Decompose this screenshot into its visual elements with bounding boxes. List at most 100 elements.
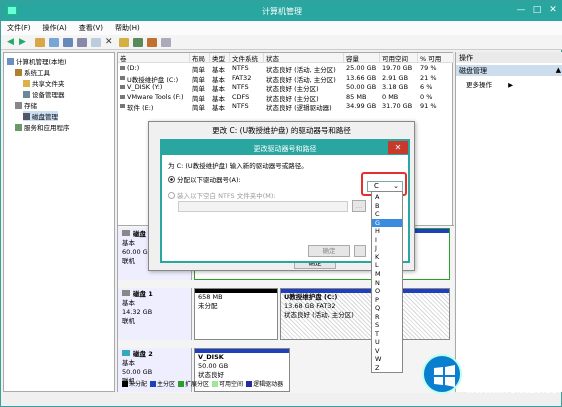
drive-letter-option[interactable]: B xyxy=(372,202,402,210)
computer-icon xyxy=(7,58,14,65)
view-icon[interactable] xyxy=(91,38,101,47)
more-actions-label: 更多操作 xyxy=(466,81,492,89)
drive-letter-option[interactable]: G xyxy=(372,218,402,227)
windows-logo-icon xyxy=(422,354,462,394)
drive-letter-option[interactable]: I xyxy=(372,236,402,244)
volume-row[interactable]: U教授维护盘 (C:) 简单 基本 FAT32 状态良好 (活动, 主分区) 13.66 … xyxy=(118,74,454,84)
drive-letter-option[interactable]: V xyxy=(372,347,402,355)
folder-up-icon[interactable] xyxy=(35,38,45,47)
partition-size: 50.00 GB xyxy=(198,362,229,370)
drive-letter-option[interactable]: M xyxy=(372,270,402,278)
device-icon xyxy=(23,91,30,98)
volume-row[interactable]: 软件 (E:) 简单 基本 NTFS 状态良好 (逻辑驱动器) 34.99 GB 31.70… xyxy=(118,102,454,112)
drive-letter-option[interactable]: P xyxy=(372,296,402,304)
volume-row[interactable]: VMware Tools (F:) 简单 基本 CDFS 状态良好 (主分区) 85 MB… xyxy=(118,93,454,103)
c-drive-partition[interactable]: U教授维护盘 (C:) 13.68 GB FAT32 状态良好 (活动, 主分区… xyxy=(280,288,450,340)
radio-selected-icon[interactable] xyxy=(168,176,175,183)
disk-name: 磁盘 2 xyxy=(133,350,153,358)
unallocated-partition[interactable]: 658 MB 未分配 xyxy=(194,288,278,340)
disk-action-icon[interactable] xyxy=(133,38,143,47)
assign-letter-option[interactable]: 分配以下驱动器号(A): xyxy=(168,174,241,184)
volume-cell: 2.91 GB xyxy=(382,73,409,82)
column-header[interactable]: 文件系统 xyxy=(230,53,264,63)
drive-letter-option[interactable]: T xyxy=(372,330,402,338)
disk-size: 50.00 GB xyxy=(122,368,153,376)
brand-name: 系统族 xyxy=(464,360,534,385)
radio-unselected-icon[interactable] xyxy=(168,192,175,199)
partition-status: 未分配 xyxy=(198,302,218,310)
help-icon[interactable] xyxy=(77,38,87,47)
disk-1-label[interactable]: 磁盘 1 基本 14.32 GB 联机 xyxy=(118,288,192,340)
volume-cell: 6 % xyxy=(420,83,433,91)
tree-item[interactable]: 共享文件夹 xyxy=(23,78,65,88)
operations-section[interactable]: 磁盘管理 ▲ xyxy=(456,65,562,76)
back-arrow-icon[interactable]: ◀ xyxy=(7,38,17,47)
tree-item[interactable]: 服务和应用程序 xyxy=(15,122,70,132)
dialog-title: 更改驱动器号和路径 xyxy=(253,145,317,153)
drive-letter-option[interactable]: O xyxy=(372,287,402,295)
drive-letter-option[interactable]: N xyxy=(372,279,402,287)
volume-cell: 状态良好 (逻辑驱动器) xyxy=(266,104,332,112)
dialog-description: 为 C: (U教授维护盘) 输入新的驱动器号或路径。 xyxy=(168,162,308,170)
menu-item[interactable]: 帮助(H) xyxy=(109,21,146,33)
drive-letter-option[interactable]: C xyxy=(372,210,402,218)
ok-button[interactable]: 确定 xyxy=(308,245,350,257)
column-header[interactable]: 类型 xyxy=(210,53,230,63)
menu-item[interactable]: 查看(V) xyxy=(73,21,109,33)
drive-letter-option[interactable]: A xyxy=(372,193,402,201)
tree-item[interactable]: 系统工具 xyxy=(15,67,50,77)
column-header[interactable]: 状态 xyxy=(264,53,344,63)
column-header[interactable]: 可用空间 xyxy=(380,53,418,63)
list-icon[interactable] xyxy=(161,38,171,47)
drive-letter-option[interactable]: R xyxy=(372,313,402,321)
drive-letter-option[interactable]: J xyxy=(372,244,402,252)
volume-cell: 简单 xyxy=(192,94,205,103)
volume-cell: 13.66 GB xyxy=(346,73,377,82)
volume-row[interactable]: V_DISK (Y:) 简单 基本 NTFS 状态良好 (主分区) 50.00 GB 3.1… xyxy=(118,83,454,93)
volume-icon xyxy=(120,66,125,70)
forward-arrow-icon[interactable]: ▶ xyxy=(19,38,29,47)
volume-cell: CDFS xyxy=(232,92,250,101)
drive-letter-option[interactable]: H xyxy=(372,227,402,235)
maximize-button[interactable]: □ xyxy=(529,4,545,16)
browse-button[interactable]: … xyxy=(352,200,366,212)
collapse-icon[interactable]: ▲ xyxy=(556,66,561,74)
properties-icon[interactable] xyxy=(63,38,73,47)
volume-cell: 0 % xyxy=(420,92,433,101)
tree-item[interactable]: 设备管理器 xyxy=(23,89,65,99)
export-icon[interactable] xyxy=(119,38,129,47)
search-icon[interactable] xyxy=(147,38,157,47)
drive-letter-option[interactable]: Z xyxy=(372,364,402,372)
column-header[interactable]: % 可用 xyxy=(418,53,454,63)
drive-letter-option[interactable]: L xyxy=(372,261,402,269)
tree-item[interactable]: 存储 xyxy=(15,100,37,110)
volume-row[interactable]: (D:) 简单 基本 NTFS 状态良好 (活动, 主分区) 25.00 GB 19.70 … xyxy=(118,64,454,74)
menu-item[interactable]: 文件(F) xyxy=(1,21,37,33)
volume-cell: NTFS xyxy=(232,64,249,72)
column-header[interactable]: 卷 xyxy=(118,53,190,63)
column-header[interactable]: 容量 xyxy=(344,53,380,63)
drive-letter-option[interactable]: S xyxy=(372,321,402,329)
tree-item-label: 磁盘管理 xyxy=(32,113,58,121)
tree-item[interactable]: 磁盘管理 xyxy=(23,111,58,121)
more-actions-link[interactable]: 更多操作 ▶ xyxy=(466,79,513,89)
menu-item[interactable]: 操作(A) xyxy=(37,21,73,33)
drive-letter-option[interactable]: U xyxy=(372,338,402,346)
close-button[interactable]: ✕ xyxy=(545,4,561,16)
dialog-close-button[interactable]: ✕ xyxy=(388,141,408,154)
volume-cell: 状态良好 (主分区) xyxy=(266,94,319,103)
drive-letter-option[interactable]: Q xyxy=(372,304,402,312)
folder-path-input[interactable] xyxy=(178,201,348,212)
minimize-button[interactable]: — xyxy=(513,4,529,16)
assign-letter-label: 分配以下驱动器号(A): xyxy=(177,176,241,184)
drive-letter-option[interactable]: W xyxy=(372,355,402,363)
column-header[interactable]: 布局 xyxy=(190,53,210,63)
volume-cell: 软件 (E:) xyxy=(127,104,154,112)
drive-letter-option[interactable]: K xyxy=(372,253,402,261)
volume-cell: 基本 xyxy=(212,94,225,103)
cancel-button[interactable] xyxy=(354,245,366,257)
show-tree-icon[interactable] xyxy=(49,38,59,47)
delete-icon[interactable]: ✕ xyxy=(105,38,115,47)
tree-item[interactable]: 计算机管理(本地) xyxy=(7,56,67,66)
mount-folder-option[interactable]: 装入以下空白 NTFS 文件夹中(M): xyxy=(168,190,276,200)
